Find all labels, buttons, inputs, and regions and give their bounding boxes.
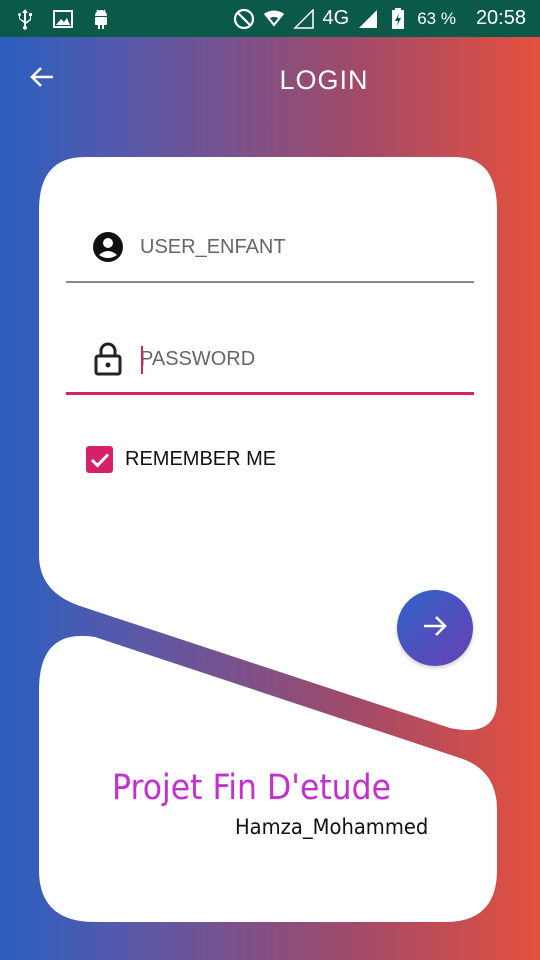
remember-me-checkbox[interactable]: REMEMBER ME bbox=[86, 446, 276, 473]
lock-icon bbox=[90, 341, 126, 377]
checkbox-checked-icon bbox=[86, 446, 113, 473]
account-circle-icon bbox=[90, 229, 126, 265]
login-submit-button[interactable] bbox=[397, 590, 473, 666]
password-underline bbox=[66, 392, 474, 395]
username-underline bbox=[66, 281, 474, 283]
password-field bbox=[66, 325, 474, 395]
username-field bbox=[66, 213, 474, 283]
project-title: Projet Fin D'etude bbox=[112, 768, 392, 808]
username-input[interactable] bbox=[140, 225, 460, 269]
author-name: Hamza_Mohammed bbox=[235, 815, 429, 839]
arrow-forward-icon bbox=[421, 612, 449, 645]
remember-me-label: REMEMBER ME bbox=[125, 448, 277, 470]
password-input[interactable] bbox=[140, 337, 460, 381]
text-cursor bbox=[141, 346, 143, 374]
